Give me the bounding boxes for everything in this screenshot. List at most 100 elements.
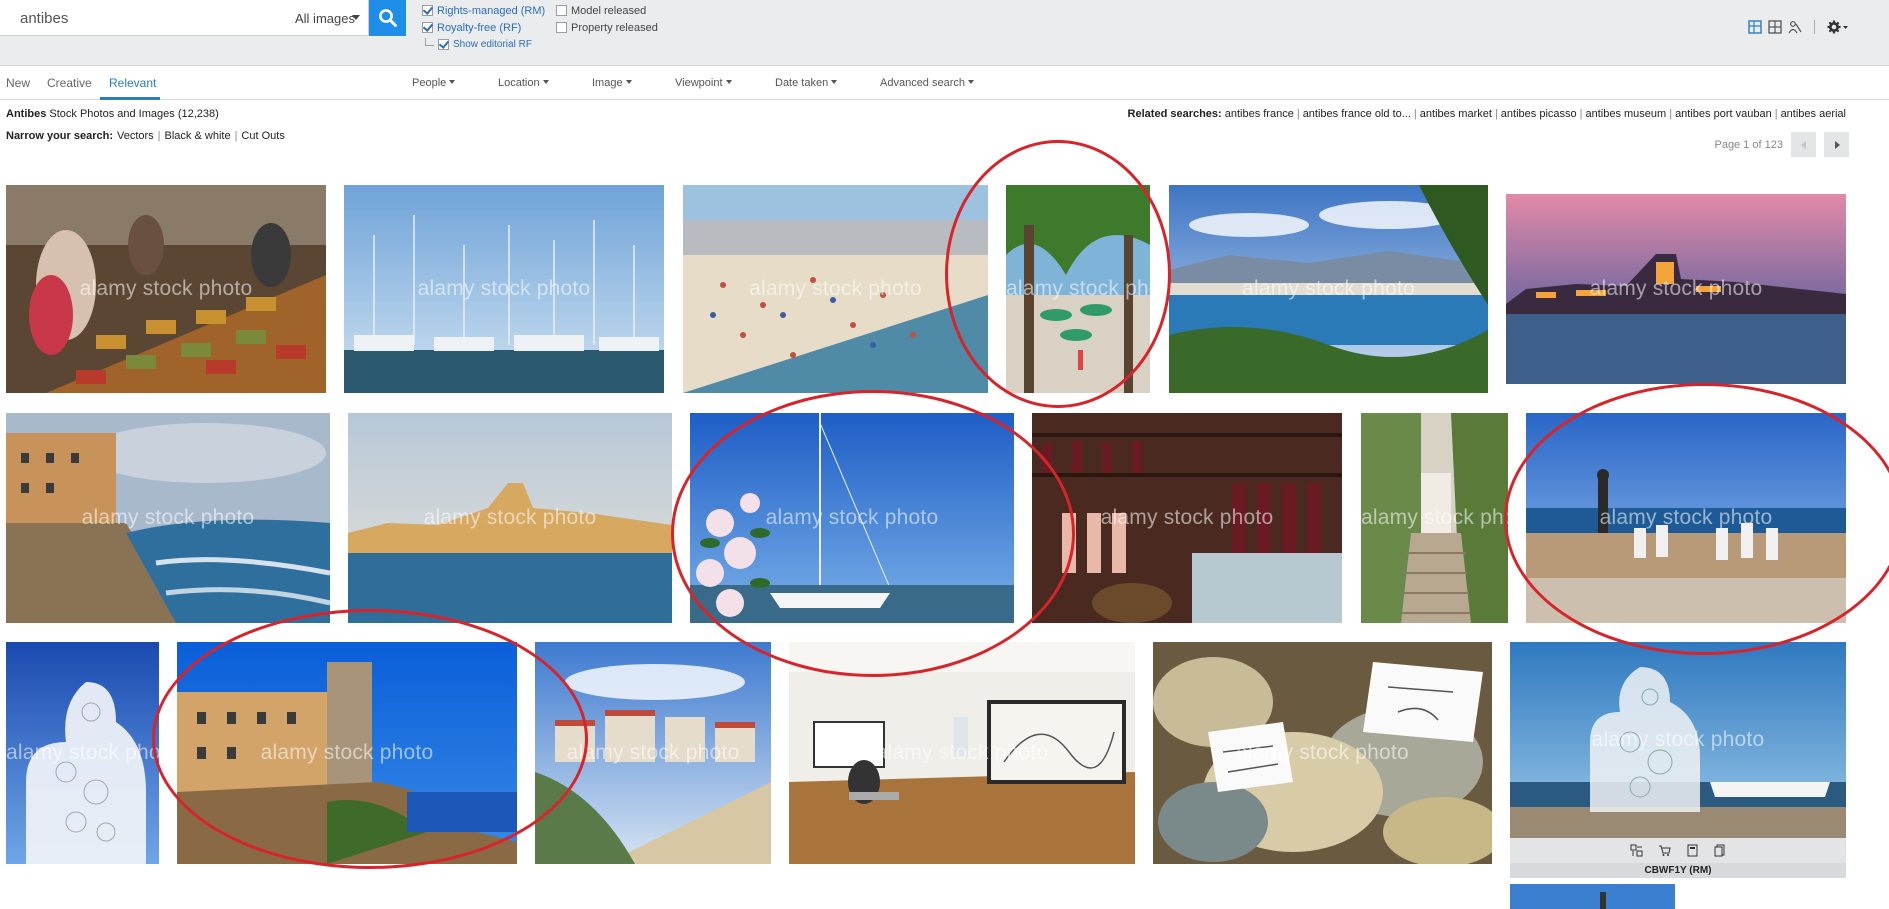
result-image-palm-beach[interactable]: alamy stock photo <box>1006 185 1150 393</box>
watermark-text: alamy stock photo <box>875 741 1049 764</box>
related-label: Related searches: <box>1127 108 1222 120</box>
similar-images-button[interactable] <box>1630 844 1643 857</box>
result-image-picasso-museum[interactable]: alamy stock photo <box>789 642 1135 864</box>
link-separator: | <box>1669 108 1673 120</box>
lightbox-icon <box>1714 844 1724 857</box>
search-scope-select[interactable]: All images <box>287 0 369 36</box>
chevron-right-icon <box>1834 140 1840 149</box>
watermark-text: alamy stock photo <box>749 277 922 300</box>
watermark-text: alamy stock photo <box>81 506 255 529</box>
facet-people[interactable]: People <box>412 77 456 89</box>
people-icon <box>1788 21 1802 34</box>
search-input[interactable] <box>0 0 282 36</box>
facet-location[interactable]: Location <box>498 77 549 89</box>
result-image-nomade-harbour[interactable]: alamy stock photo <box>1510 642 1846 838</box>
filter-royalty-free[interactable]: Royalty-free (RF) <box>422 19 545 36</box>
search-header: All images Rights-managed (RM) Royalty-f… <box>0 0 1889 66</box>
watermark-text: alamy stock photo <box>1236 741 1409 764</box>
mosaic-view-button[interactable] <box>1748 20 1762 34</box>
people-view-button[interactable] <box>1788 20 1802 34</box>
search-box <box>0 0 288 36</box>
related-searches: Related searches: antibes france | antibe… <box>1128 108 1846 120</box>
next-page-button[interactable] <box>1824 132 1849 157</box>
view-switcher <box>1748 20 1849 34</box>
link-separator: | <box>1413 108 1417 120</box>
add-to-cart-button[interactable] <box>1658 844 1671 857</box>
result-image-wine-shop[interactable]: alamy stock photo <box>1032 413 1342 623</box>
checkbox-rights-managed[interactable] <box>422 5 433 16</box>
result-image-beach[interactable]: alamy stock photo <box>683 185 988 393</box>
checkbox-editorial-rf[interactable] <box>438 39 449 50</box>
filter-property-released[interactable]: Property released <box>556 19 658 36</box>
related-link[interactable]: antibes picasso <box>1501 108 1577 120</box>
result-image-harbour-yachts[interactable]: alamy stock photo <box>344 185 664 393</box>
checkbox-royalty-free[interactable] <box>422 22 433 33</box>
result-image-ramparts-town[interactable]: alamy stock photo <box>535 642 771 864</box>
related-link[interactable]: antibes france old to... <box>1303 108 1411 120</box>
search-button[interactable] <box>369 0 406 36</box>
page-indicator: Page 1 of 123 <box>1714 138 1783 151</box>
image-reference-code: CBWF1Y (RM) <box>1510 863 1846 878</box>
chevron-down-icon <box>542 80 549 84</box>
result-image-cheese-market[interactable]: alamy stock photo <box>1153 642 1492 864</box>
result-image-sailboat-flowers[interactable]: alamy stock photo <box>690 413 1014 623</box>
result-image-chateau-grimaldi[interactable]: alamy stock photo <box>177 642 517 864</box>
filter-editorial-rf[interactable]: Show editorial RF <box>422 36 545 53</box>
filter-rights-managed[interactable]: Rights-managed (RM) <box>422 2 545 19</box>
result-image-partial[interactable] <box>1510 884 1675 909</box>
watermark-text: alamy stock photo <box>260 741 434 764</box>
pagination: Page 1 of 123 <box>1714 132 1849 157</box>
prev-page-button[interactable] <box>1791 132 1816 157</box>
grid-view-button[interactable] <box>1768 20 1782 34</box>
watermark-text: alamy stock photo <box>1100 506 1274 529</box>
result-image-alley-steps[interactable]: alamy stock photo <box>1361 413 1508 623</box>
tab-relevant[interactable]: Relevant <box>109 76 156 90</box>
related-link[interactable]: antibes market <box>1420 108 1492 120</box>
result-image-cliff-town[interactable]: alamy stock photo <box>6 413 330 623</box>
result-image-fort-sunset[interactable]: alamy stock photo <box>1506 194 1846 384</box>
result-image-statue-viewpoint[interactable]: alamy stock photo <box>1526 413 1846 623</box>
filter-label-editorial-rf: Show editorial RF <box>453 39 532 50</box>
tab-creative[interactable]: Creative <box>47 76 92 90</box>
narrow-link-cut-outs[interactable]: Cut Outs <box>241 130 284 142</box>
filter-label-royalty-free: Royalty-free (RF) <box>437 21 522 34</box>
calculate-price-button[interactable] <box>1686 844 1699 857</box>
checkbox-property-released[interactable] <box>556 22 567 33</box>
facet-date-taken[interactable]: Date taken <box>775 77 838 89</box>
chevron-down-icon <box>449 80 456 84</box>
result-image-old-town-sea[interactable]: alamy stock photo <box>348 413 672 623</box>
narrow-link-vectors[interactable]: Vectors <box>117 130 154 142</box>
chevron-down-icon <box>625 80 632 84</box>
related-link[interactable]: antibes france <box>1225 108 1294 120</box>
mosaic-view-icon <box>1748 20 1762 34</box>
chevron-down-icon <box>352 15 360 20</box>
settings-button[interactable] <box>1827 20 1849 34</box>
narrow-link-black-white[interactable]: Black & white <box>165 130 231 142</box>
facet-advanced-search[interactable]: Advanced search <box>880 77 974 89</box>
related-link[interactable]: antibes port vauban <box>1675 108 1772 120</box>
filter-label-rights-managed: Rights-managed (RM) <box>437 4 546 17</box>
tab-new[interactable]: New <box>6 76 30 90</box>
filter-model-released[interactable]: Model released <box>556 2 658 19</box>
cart-icon <box>1658 845 1671 856</box>
watermark-text: alamy stock photo <box>417 277 591 300</box>
facet-label: People <box>412 77 447 89</box>
grid-view-icon <box>1768 20 1782 34</box>
chevron-left-icon <box>1800 140 1806 149</box>
facet-image[interactable]: Image <box>592 77 632 89</box>
result-image-spice-market[interactable]: alamy stock photo <box>6 185 326 393</box>
facet-viewpoint[interactable]: Viewpoint <box>675 77 732 89</box>
partial-photo <box>1510 884 1675 909</box>
link-separator: | <box>1296 108 1300 120</box>
results-count: Stock Photos and Images (12,238) <box>49 108 219 120</box>
related-link[interactable]: antibes aerial <box>1781 108 1846 120</box>
result-image-nomade-sculpture[interactable]: alamy stock photo <box>6 642 159 864</box>
related-link[interactable]: antibes museum <box>1585 108 1666 120</box>
watermark-text: alamy stock photo <box>1006 277 1150 300</box>
result-image-coast-panorama[interactable]: alamy stock photo <box>1169 185 1488 393</box>
release-filters: Model released Property released <box>556 2 658 36</box>
watermark-text: alamy stock photo <box>1591 728 1765 751</box>
checkbox-model-released[interactable] <box>556 5 567 16</box>
gear-icon <box>1827 20 1848 34</box>
add-to-lightbox-button[interactable] <box>1714 844 1727 857</box>
